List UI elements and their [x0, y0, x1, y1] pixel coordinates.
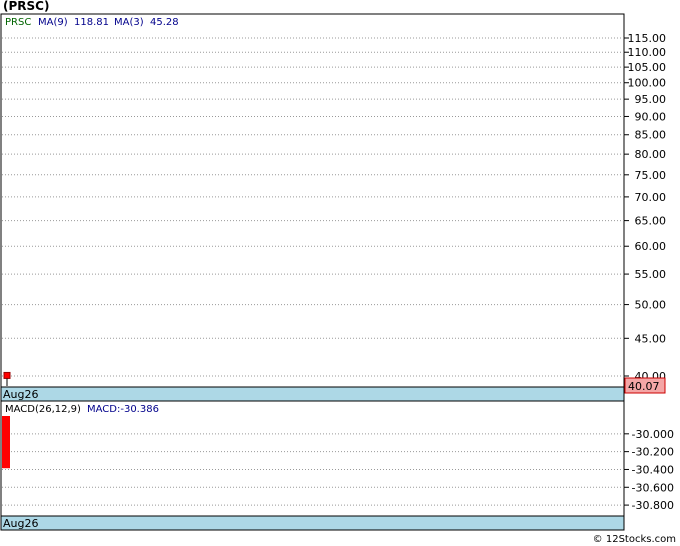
price-date-bar: [0, 386, 625, 402]
macd-date-label: Aug26: [3, 517, 38, 530]
macd-panel: [0, 400, 625, 517]
macd-bar: [2, 416, 10, 469]
price-date-label: Aug26: [3, 388, 38, 401]
price-tick-label: 70.00: [635, 191, 667, 204]
price-y-axis: 40.0045.0050.0055.0060.0065.0070.0075.00…: [624, 32, 666, 383]
legend-symbol: PRSC: [5, 17, 31, 28]
price-tick-label: 50.00: [635, 299, 667, 312]
price-tick-label: 75.00: [635, 169, 667, 182]
price-tick-label: 105.00: [628, 61, 667, 74]
last-price-value: 40.07: [628, 380, 660, 393]
price-tick-label: 85.00: [635, 129, 667, 142]
price-tick-label: 80.00: [635, 148, 667, 161]
macd-legend: MACD(26,12,9): [5, 404, 81, 415]
footer-credit: © 12Stocks.com: [593, 534, 676, 545]
legend-ma3-value: 45.28: [150, 17, 179, 28]
legend-ma9-label: MA(9): [38, 17, 68, 28]
price-bar: [3, 371, 11, 379]
price-tick-label: 95.00: [635, 93, 667, 106]
price-tick-label: 65.00: [635, 215, 667, 228]
macd-value-label: MACD:-30.386: [87, 404, 159, 415]
price-tick-label: 60.00: [635, 240, 667, 253]
price-tick-label: 115.00: [628, 32, 667, 45]
price-tick-label: 100.00: [628, 77, 667, 90]
price-tick-label: 90.00: [635, 110, 667, 123]
macd-tick-label: -30.200: [632, 446, 674, 459]
macd-y-axis: -30.000 -30.200 -30.400 -30.600 -30.800: [624, 428, 674, 512]
macd-tick-label: -30.000: [632, 428, 674, 441]
macd-tick-label: -30.400: [632, 463, 674, 476]
legend-ma9-value: 118.81: [74, 17, 109, 28]
chart-title: (PRSC): [3, 0, 49, 13]
price-panel: [0, 13, 625, 388]
price-tick-label: 110.00: [628, 46, 667, 59]
legend-ma3-label: MA(3): [114, 17, 144, 28]
stock-chart: (PRSC) 40.0045.0050.0055.0060.0065.0070.…: [0, 0, 676, 545]
macd-tick-label: -30.600: [632, 481, 674, 494]
macd-date-bar: [0, 515, 625, 531]
price-tick-label: 45.00: [635, 332, 667, 345]
price-tick-label: 55.00: [635, 268, 667, 281]
macd-bars: [2, 416, 10, 469]
macd-tick-label: -30.800: [632, 499, 674, 512]
